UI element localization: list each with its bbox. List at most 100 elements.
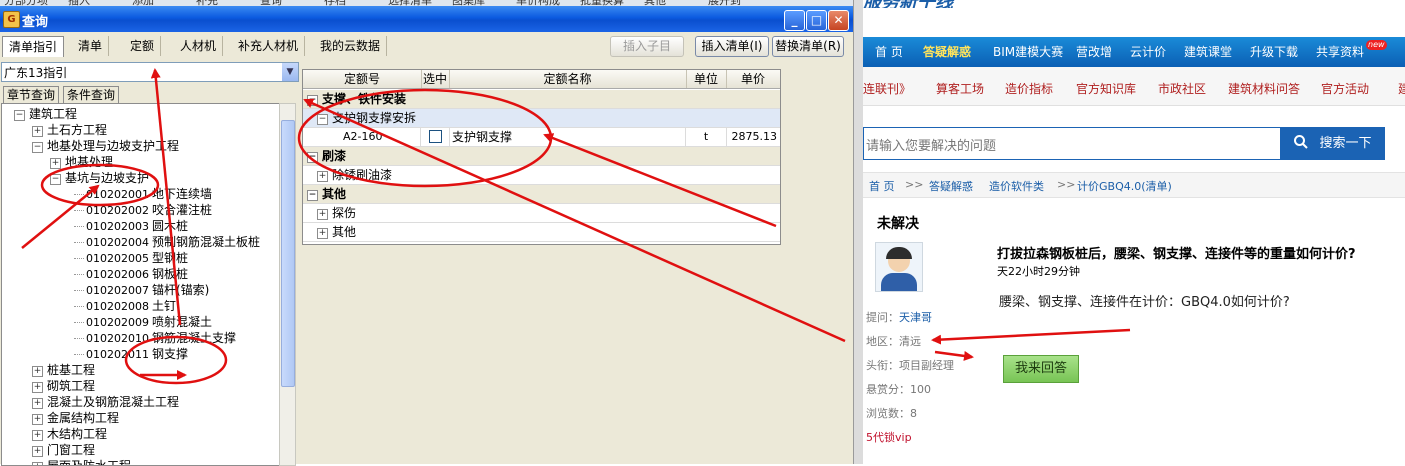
expand-icon[interactable]: +	[32, 430, 43, 441]
col-unit[interactable]: 单位	[686, 70, 727, 88]
tree-node[interactable]: − 地基处理与边坡支护工程	[32, 138, 179, 154]
tree-leaf[interactable]: 010202002 咬合灌注桩	[74, 202, 212, 218]
expand-icon[interactable]: +	[32, 366, 43, 377]
col-selected[interactable]: 选中	[421, 70, 450, 88]
grid-row[interactable]: + 探伤	[303, 204, 780, 223]
tree-leaf[interactable]: 010202006 钢板桩	[74, 266, 188, 282]
tree-leaf[interactable]: 010202010 钢筋混凝土支撑	[74, 330, 236, 346]
expand-icon[interactable]: +	[317, 228, 328, 239]
row-expander[interactable]: + 除锈刷油漆	[317, 166, 392, 184]
breadcrumb-link[interactable]: 造价软件类	[989, 178, 1044, 194]
nav-item[interactable]: 共享资料	[1316, 37, 1364, 67]
tree-leaf[interactable]: 010202009 喷射混凝土	[74, 314, 212, 330]
grid-row[interactable]: + 其他	[303, 223, 780, 242]
collapse-icon[interactable]: −	[14, 110, 25, 121]
subnav-item[interactable]: 官方知识库	[1076, 80, 1136, 97]
chapter-tree[interactable]: − 建筑工程 + 土石方工程 − 地基处理与边坡支护工程 + 地基处理 − 基坑与边坡支护 0102…	[1, 103, 281, 466]
expand-icon[interactable]: +	[32, 126, 43, 137]
tree-leaf[interactable]: 010202001 地下连续墙	[74, 186, 212, 202]
insert-list-button[interactable]: 插入清单(I)	[695, 36, 769, 57]
tree-node[interactable]: + 混凝土及钢筋混凝土工程	[32, 394, 179, 410]
breadcrumb-link[interactable]: 计价GBQ4.0(清单)	[1077, 178, 1172, 194]
breadcrumb-link[interactable]: 首 页	[869, 178, 895, 194]
tree-node[interactable]: + 木结构工程	[32, 426, 107, 442]
tab-quota[interactable]: 定额	[124, 36, 162, 56]
tree-leaf[interactable]: 010202011 钢支撑	[74, 346, 188, 362]
select-checkbox[interactable]	[428, 130, 442, 143]
row-expander[interactable]: − 刷漆	[307, 147, 346, 165]
row-expander[interactable]: − 其他	[307, 185, 346, 203]
collapse-icon[interactable]: −	[307, 152, 318, 163]
col-quota-name[interactable]: 定额名称	[449, 70, 687, 88]
collapse-icon[interactable]: −	[50, 174, 61, 185]
dialog-titlebar[interactable]: G 查询 _ □ ✕	[0, 6, 853, 32]
row-expander[interactable]: − 支护钢支撑安拆	[317, 109, 416, 127]
expand-icon[interactable]: +	[50, 158, 61, 169]
row-expander[interactable]: + 其他	[317, 223, 356, 241]
expand-icon[interactable]: +	[32, 382, 43, 393]
tab-list-guide[interactable]: 清单指引	[2, 36, 65, 57]
collapse-icon[interactable]: −	[32, 142, 43, 153]
insert-child-button[interactable]: 插入子目	[610, 36, 684, 57]
grid-row[interactable]: A2-160 支护钢支撑 t 2875.13	[303, 128, 780, 147]
subnav-item[interactable]: 官方活动	[1321, 80, 1369, 97]
scrollbar-thumb[interactable]	[281, 120, 295, 387]
tree-node[interactable]: + 砌筑工程	[32, 378, 95, 394]
nav-item[interactable]: 首 页	[875, 37, 903, 67]
site-logo[interactable]: 服务新干线	[863, 0, 1023, 8]
cell-selected[interactable]	[421, 128, 450, 146]
chevron-down-icon[interactable]: ▼	[282, 63, 298, 81]
expand-icon[interactable]: +	[317, 209, 328, 220]
tree-leaf[interactable]: 010202007 锚杆(锚索)	[74, 282, 209, 298]
subnav-item[interactable]: 市政社区	[1158, 80, 1206, 97]
collapse-icon[interactable]: −	[317, 114, 328, 125]
collapse-icon[interactable]: −	[307, 190, 318, 201]
grid-row[interactable]: − 刷漆	[303, 147, 780, 166]
subnav-item[interactable]: 造价指标	[1005, 80, 1053, 97]
grid-row[interactable]: − 支护钢支撑安拆	[303, 109, 780, 128]
row-expander[interactable]: − 支撑、铁件安装	[307, 90, 406, 108]
tree-node[interactable]: + 门窗工程	[32, 442, 95, 458]
nav-item[interactable]: 建筑课堂	[1184, 37, 1232, 67]
expand-icon[interactable]: +	[32, 446, 43, 457]
breadcrumb-link[interactable]: 答疑解惑	[929, 178, 973, 194]
tree-node[interactable]: + 地基处理	[50, 154, 113, 170]
tree-node[interactable]: − 基坑与边坡支护	[50, 170, 149, 186]
search-input[interactable]: 请输入您要解决的问题	[863, 127, 1281, 160]
maximize-button[interactable]: □	[806, 10, 827, 31]
expand-icon[interactable]: +	[317, 171, 328, 182]
tab-custom-material[interactable]: 补充人材机	[232, 36, 306, 56]
expand-icon[interactable]: +	[32, 398, 43, 409]
nav-item[interactable]: 云计价	[1130, 37, 1166, 67]
asker-link[interactable]: 天津哥	[899, 311, 932, 324]
search-button[interactable]: 搜索一下	[1280, 127, 1385, 160]
replace-list-button[interactable]: 替换清单(R)	[772, 36, 844, 57]
tree-node[interactable]: + 金属结构工程	[32, 410, 119, 426]
subtab-chapter-query[interactable]: 章节查询	[3, 86, 60, 104]
tree-scrollbar[interactable]	[279, 103, 296, 466]
minimize-button[interactable]: _	[784, 10, 805, 31]
answer-button[interactable]: 我来回答	[1003, 355, 1079, 383]
expand-icon[interactable]: +	[32, 462, 43, 465]
grid-row[interactable]: + 除锈刷油漆	[303, 166, 780, 185]
row-expander[interactable]: + 探伤	[317, 204, 356, 222]
tree-leaf[interactable]: 010202008 土钉	[74, 298, 176, 314]
tree-node[interactable]: − 建筑工程	[14, 106, 77, 122]
grid-row[interactable]: − 其他	[303, 185, 780, 204]
tree-leaf[interactable]: 010202004 预制钢筋混凝土板桩	[74, 234, 260, 250]
tab-labor-material[interactable]: 人材机	[174, 36, 224, 56]
col-quota-code[interactable]: 定额号	[303, 70, 422, 88]
tree-node[interactable]: + 桩基工程	[32, 362, 95, 378]
nav-item[interactable]: 升级下载	[1250, 37, 1298, 67]
tree-leaf[interactable]: 010202003 圆木桩	[74, 218, 188, 234]
nav-item[interactable]: 答疑解惑	[923, 37, 971, 67]
tree-leaf[interactable]: 010202005 型钢桩	[74, 250, 188, 266]
tab-cloud-data[interactable]: 我的云数据	[314, 36, 388, 56]
subnav-item[interactable]: 算客工场	[936, 80, 984, 97]
tree-node[interactable]: + 屋面及防水工程	[32, 458, 131, 465]
close-button[interactable]: ✕	[828, 10, 849, 31]
tab-list[interactable]: 清单	[72, 36, 110, 56]
collapse-icon[interactable]: −	[307, 95, 318, 106]
subnav-item[interactable]: 建筑材料问答	[1228, 80, 1300, 97]
grid-row[interactable]: − 支撑、铁件安装	[303, 90, 780, 109]
